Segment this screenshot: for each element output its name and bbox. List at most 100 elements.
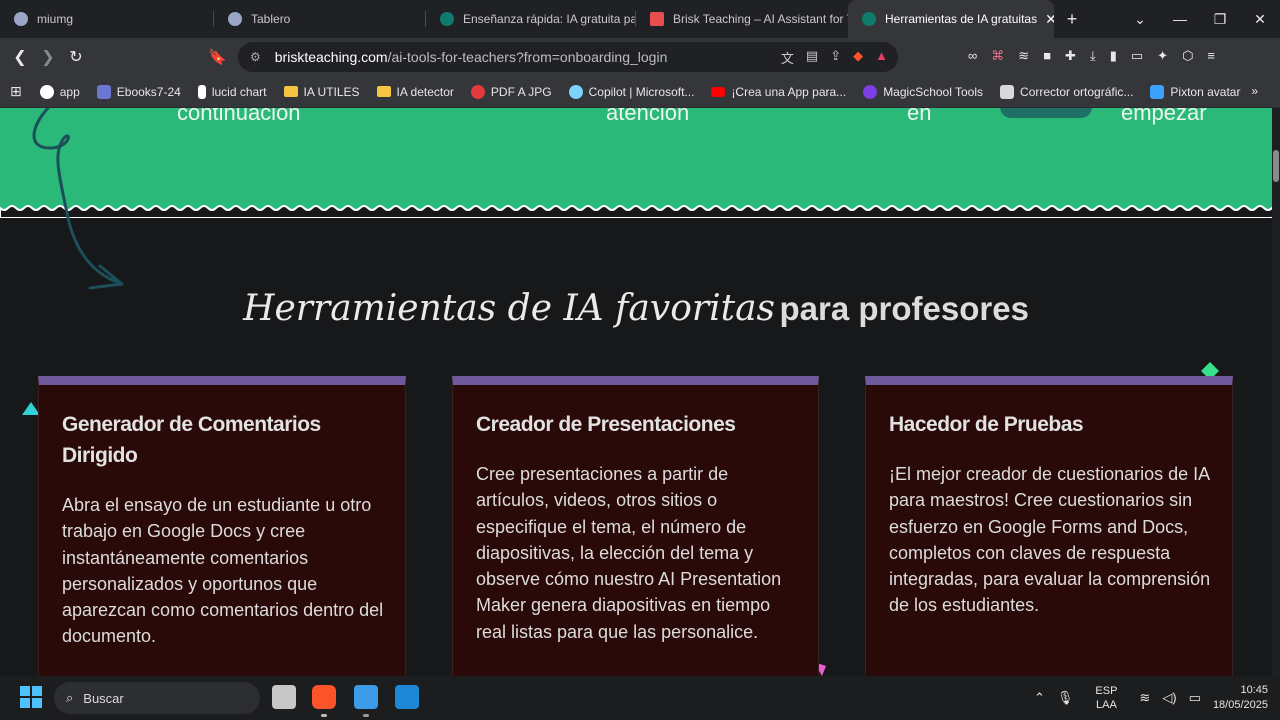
translate-icon[interactable]: 文: [781, 48, 794, 67]
tab-favicon: [650, 12, 664, 26]
tab-ensenanza-rapida[interactable]: Enseñanza rápida: IA gratuita par: [426, 0, 636, 38]
heart-icon: [470, 84, 485, 99]
back-icon[interactable]: ❮: [6, 47, 34, 67]
more-bookmarks-icon[interactable]: »: [1251, 84, 1258, 98]
bookmark-item[interactable]: Copilot | Microsoft...: [568, 84, 694, 99]
tab-title: Brisk Teaching – AI Assistant for T: [673, 12, 848, 26]
reader-mode-icon[interactable]: ▤: [806, 48, 818, 67]
apps-grid-icon[interactable]: ⊞: [10, 83, 22, 100]
extension-square-icon[interactable]: ■: [1043, 48, 1051, 64]
vpn-icon[interactable]: ⬡: [1182, 48, 1193, 64]
maximize-icon[interactable]: ❐: [1200, 11, 1240, 28]
heading-italic: Herramientas de IA favoritas: [243, 288, 776, 329]
tab-title: Enseñanza rápida: IA gratuita par: [463, 12, 636, 26]
tab-strip: miumg Tablero Enseñanza rápida: IA gratu…: [0, 0, 1280, 38]
address-bar[interactable]: ⚙ briskteaching.com /ai-tools-for-teache…: [238, 42, 898, 72]
bookmark-icon[interactable]: 🔖: [208, 48, 227, 66]
close-tab-icon[interactable]: ✕: [1037, 11, 1054, 28]
tab-tablero[interactable]: Tablero: [214, 0, 426, 38]
download-icon[interactable]: ⤓: [1090, 48, 1096, 64]
tab-favicon: [14, 12, 28, 26]
leo-ai-icon[interactable]: ✦: [1157, 48, 1168, 64]
heading-bold: para profesores: [779, 290, 1029, 327]
tab-herramientas-ia[interactable]: Herramientas de IA gratuitas ✕: [848, 0, 1054, 38]
spellcheck-icon: [1000, 84, 1015, 99]
language-indicator[interactable]: ESP LAA: [1095, 684, 1117, 712]
bookmark-item[interactable]: IA UTILES: [283, 85, 360, 99]
tab-title: Herramientas de IA gratuitas: [885, 12, 1038, 26]
tab-miumg[interactable]: miumg: [0, 0, 214, 38]
url-host: briskteaching.com: [274, 49, 388, 65]
volume-icon[interactable]: ◁): [1162, 690, 1176, 706]
tool-card-comentarios[interactable]: Generador de Comentarios Dirigido Abra e…: [38, 376, 406, 676]
new-tab-button[interactable]: +: [1054, 9, 1090, 30]
bookmark-item[interactable]: IA detector: [376, 85, 454, 99]
photos-icon[interactable]: [395, 685, 419, 709]
brave-rewards-icon[interactable]: ▲: [875, 48, 888, 67]
brave-browser-icon[interactable]: [312, 685, 336, 709]
reload-icon[interactable]: ↻: [62, 47, 90, 67]
sidebar-icon[interactable]: ▮: [1110, 48, 1117, 64]
show-hidden-icons-icon[interactable]: ⌃: [1034, 690, 1045, 706]
page-viewport: continuación atención en empezar Herrami…: [0, 108, 1280, 676]
banner-text: en: [907, 108, 932, 125]
forward-icon[interactable]: ❯: [34, 47, 62, 67]
banner-text: empezar: [1121, 108, 1207, 125]
site-settings-icon[interactable]: ⚙: [250, 50, 261, 64]
url-path: /ai-tools-for-teachers?from=onboarding_l…: [387, 49, 668, 65]
bookmark-item[interactable]: app: [39, 84, 80, 99]
section-heading: Herramientas de IA favoritas para profes…: [0, 288, 1272, 329]
tool-card-pruebas[interactable]: Hacedor de Pruebas ¡El mejor creador de …: [865, 376, 1233, 676]
pixton-icon: [1150, 84, 1165, 99]
tab-brisk-teaching[interactable]: Brisk Teaching – AI Assistant for T: [636, 0, 848, 38]
search-placeholder: Buscar: [83, 690, 124, 706]
tab-title: miumg: [37, 12, 74, 26]
magicschool-icon: [863, 84, 878, 99]
bookmark-item[interactable]: MagicSchool Tools: [863, 84, 983, 99]
wallet-icon[interactable]: ▭: [1131, 48, 1143, 64]
page-scrollbar[interactable]: [1272, 108, 1280, 676]
wifi-icon[interactable]: ≋: [1139, 690, 1150, 706]
folder-icon: [376, 86, 391, 97]
card-title: Creador de Presentaciones: [476, 413, 736, 436]
lucid-icon: [197, 84, 206, 99]
windows-start-icon[interactable]: [20, 686, 42, 708]
card-title: Generador de Comentarios Dirigido: [62, 413, 321, 467]
notepad-icon[interactable]: [354, 685, 378, 709]
bookmark-item[interactable]: PDF A JPG: [470, 84, 552, 99]
bookmark-item[interactable]: lucid chart: [197, 84, 267, 99]
brave-shield-icon[interactable]: ◆: [853, 48, 863, 67]
close-window-icon[interactable]: ✕: [1240, 11, 1280, 28]
system-tray: ⌃ 🎙 ESP LAA ≋ ◁) ▭ 10:45 18/05/2025: [1034, 676, 1280, 720]
banner-button[interactable]: [1000, 108, 1092, 118]
minimize-icon[interactable]: —: [1160, 11, 1200, 27]
extension-brisk-icon[interactable]: ≋: [1018, 48, 1029, 64]
copilot-icon: [568, 84, 583, 99]
battery-icon[interactable]: ▭: [1189, 690, 1201, 706]
task-view-icon[interactable]: [272, 685, 296, 709]
tab-search-chevron-icon[interactable]: ⌄: [1120, 11, 1160, 28]
bookmark-item[interactable]: ¡Crea una App para...: [711, 85, 846, 99]
scrollbar-thumb[interactable]: [1273, 150, 1279, 182]
banner-text: atención: [606, 108, 690, 125]
bookmark-item[interactable]: Pixton avatar: [1150, 84, 1240, 99]
extensions-puzzle-icon[interactable]: ✚: [1065, 48, 1076, 64]
extension-glasses-icon[interactable]: ∞: [968, 48, 977, 64]
extension-tool-icon[interactable]: ⌘: [991, 48, 1004, 64]
green-banner: continuación atención en empezar: [0, 108, 1272, 214]
taskbar-search[interactable]: ⌕ Buscar: [54, 682, 260, 714]
youtube-icon: [711, 86, 726, 97]
share-icon[interactable]: ⇪: [830, 48, 841, 67]
clock[interactable]: 10:45 18/05/2025: [1213, 683, 1268, 713]
microphone-icon[interactable]: 🎙: [1057, 690, 1074, 706]
windows-taskbar: ⌕ Buscar ⌃ 🎙 ESP LAA ≋ ◁) ▭ 10:45 18/05/…: [0, 676, 1280, 720]
menu-icon[interactable]: ≡: [1207, 48, 1215, 64]
bookmarks-bar: ⊞ app Ebooks7-24 lucid chart IA UTILES I…: [0, 76, 1280, 108]
tool-card-presentaciones[interactable]: Creador de Presentaciones Cree presentac…: [452, 376, 819, 676]
arrow-doodle-icon: [32, 108, 124, 290]
tab-favicon: [440, 12, 454, 26]
bookmark-item[interactable]: Ebooks7-24: [96, 84, 181, 99]
folder-icon: [283, 86, 298, 97]
card-description: Cree presentaciones a partir de artículo…: [476, 464, 782, 642]
bookmark-item[interactable]: Corrector ortográfic...: [1000, 84, 1133, 99]
